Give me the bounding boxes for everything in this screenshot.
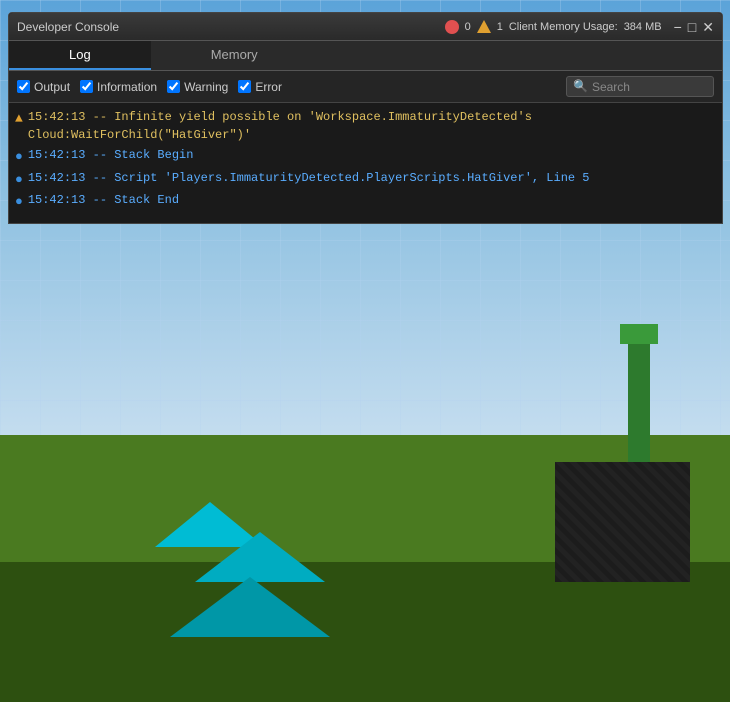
memory-label: Client Memory Usage: [509,21,618,33]
dark-platform [555,462,690,582]
warning-label: Warning [184,80,228,94]
warning-icon-0: ▲ [15,109,23,129]
tabs-row: Log Memory [9,41,722,71]
log-text-1: 15:42:13 -- Stack Begin [28,146,194,164]
search-input[interactable] [592,80,702,94]
maximize-button[interactable]: □ [688,20,696,34]
log-text-3: 15:42:13 -- Stack End [28,191,179,209]
log-text-2: 15:42:13 -- Script 'Players.ImmaturityDe… [28,169,590,187]
search-icon: 🔍 [573,79,588,94]
search-box: 🔍 [566,76,714,97]
warning-checkbox[interactable] [167,80,180,93]
info-icon-1: ● [15,147,23,167]
log-entry-1: ● 15:42:13 -- Stack Begin [9,145,722,168]
green-pillar-top [620,324,658,344]
log-entry-0: ▲ 15:42:13 -- Infinite yield possible on… [9,107,722,145]
log-area: ▲ 15:42:13 -- Infinite yield possible on… [9,103,722,223]
minimize-button[interactable]: − [674,20,682,34]
memory-indicator: 0 1 Client Memory Usage: 384 MB [445,20,662,34]
information-filter[interactable]: Information [80,80,157,94]
log-entry-3: ● 15:42:13 -- Stack End [9,190,722,213]
error-checkbox[interactable] [238,80,251,93]
tab-memory[interactable]: Memory [151,41,318,70]
toolbar: Output Information Warning Error 🔍 [9,71,722,103]
green-pillar [628,342,650,462]
output-label: Output [34,80,70,94]
ground-dark [0,562,730,702]
developer-console: Developer Console 0 1 Client Memory Usag… [8,12,723,224]
log-entry-2: ● 15:42:13 -- Script 'Players.Immaturity… [9,168,722,191]
error-dot-icon [445,20,459,34]
information-label: Information [97,80,157,94]
window-controls: − □ ✕ [674,20,714,34]
title-bar: Developer Console 0 1 Client Memory Usag… [9,13,722,41]
warning-filter[interactable]: Warning [167,80,228,94]
warning-triangle-icon [477,20,491,33]
memory-value: 384 MB [624,21,662,33]
error-count: 0 [465,21,471,33]
teal-arrow-2 [195,532,325,582]
information-checkbox[interactable] [80,80,93,93]
console-title: Developer Console [17,20,445,34]
close-button[interactable]: ✕ [702,20,714,34]
tab-log[interactable]: Log [9,41,151,70]
info-icon-2: ● [15,170,23,190]
error-filter[interactable]: Error [238,80,282,94]
error-label: Error [255,80,282,94]
info-icon-3: ● [15,192,23,212]
output-filter[interactable]: Output [17,80,70,94]
warning-count: 1 [497,21,503,33]
log-text-0: 15:42:13 -- Infinite yield possible on '… [28,108,716,144]
teal-arrow-3 [170,577,330,637]
output-checkbox[interactable] [17,80,30,93]
